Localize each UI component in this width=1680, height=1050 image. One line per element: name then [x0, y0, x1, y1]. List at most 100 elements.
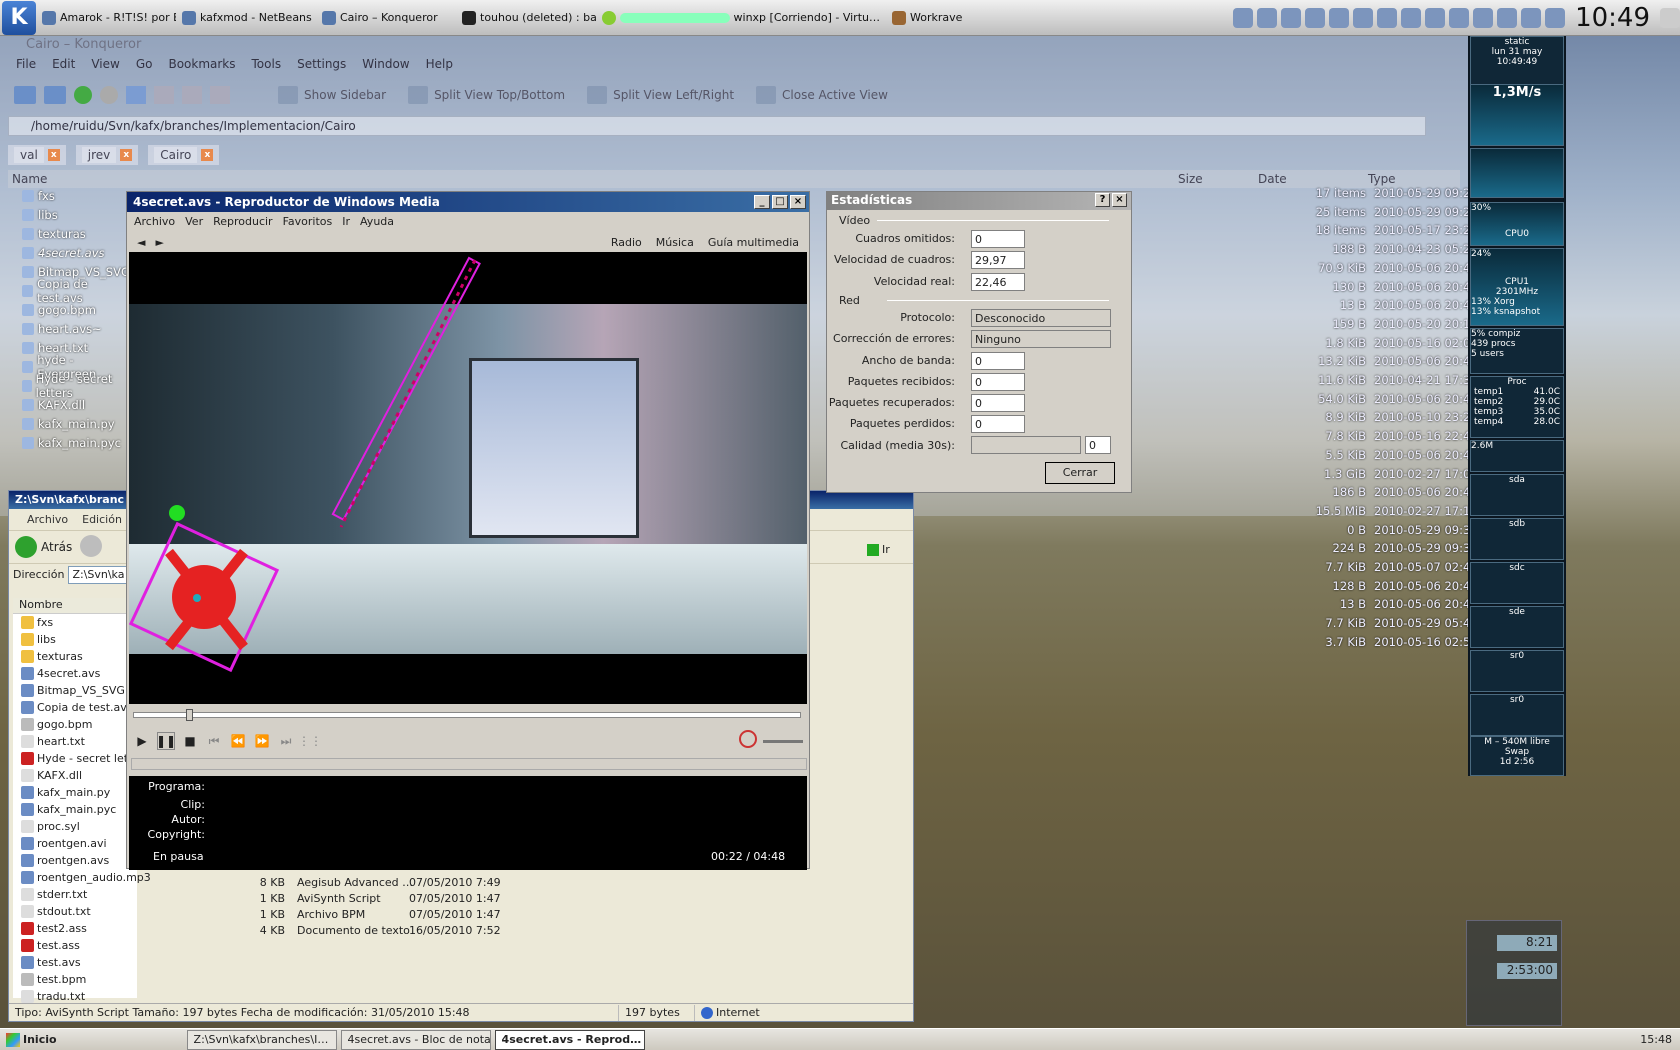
list-item[interactable]: Bitmap_VS_SVG.svg: [13, 682, 148, 699]
tab-val[interactable]: val x: [8, 145, 66, 165]
tray-icon[interactable]: [1353, 7, 1374, 28]
list-item[interactable]: libs: [22, 205, 58, 224]
list-item[interactable]: kafx_main.pyc: [13, 801, 137, 818]
taskbar-clock[interactable]: 15:48: [1640, 1033, 1680, 1046]
pause-icon[interactable]: ❚❚: [156, 732, 176, 750]
tree-view-icon[interactable]: [210, 86, 230, 104]
list-item[interactable]: roentgen_audio.mp3: [13, 869, 151, 886]
forward-icon[interactable]: [44, 86, 66, 104]
task-netbeans[interactable]: kafxmod - NetBeans IDE: [176, 3, 316, 33]
table-row[interactable]: 1 KB Archivo BPM 07/05/2010 1:47: [185, 908, 855, 924]
menu-window[interactable]: Window: [354, 54, 417, 74]
back-button[interactable]: Atrás: [15, 536, 72, 558]
task-bash[interactable]: touhou (deleted) : bash: [456, 3, 596, 33]
show-sidebar-button[interactable]: Show Sidebar: [278, 86, 386, 104]
menu-file[interactable]: File: [8, 54, 44, 74]
reload-icon[interactable]: [74, 86, 92, 104]
list-item[interactable]: test2.ass: [13, 920, 137, 937]
list-item[interactable]: kafx_main.py: [13, 784, 137, 801]
close-tab-icon[interactable]: x: [201, 149, 214, 161]
task-konqueror[interactable]: Cairo – Konqueror: [316, 3, 456, 33]
close-button[interactable]: ×: [1112, 193, 1127, 207]
taskbar-media-player[interactable]: 4secret.avs - Reprod…: [494, 1029, 645, 1050]
volume-slider[interactable]: [763, 740, 803, 743]
close-active-view-button[interactable]: Close Active View: [756, 86, 888, 104]
go-button[interactable]: Ir: [867, 543, 890, 556]
help-button[interactable]: ?: [1095, 193, 1110, 207]
trash-icon[interactable]: [1660, 7, 1680, 28]
list-item[interactable]: test.avs: [13, 954, 137, 971]
list-item[interactable]: KAFX.dll: [13, 767, 137, 784]
menu-ir[interactable]: Ir: [339, 215, 353, 228]
split-top-bottom-button[interactable]: Split View Top/Bottom: [408, 86, 565, 104]
start-button[interactable]: Inicio: [0, 1030, 63, 1050]
list-item[interactable]: proc.syl: [13, 818, 137, 835]
col-size[interactable]: Size: [1174, 170, 1254, 188]
music-link[interactable]: Música: [656, 236, 694, 249]
next-icon[interactable]: ⏭: [277, 732, 295, 750]
minimize-button[interactable]: _: [754, 195, 770, 209]
seek-thumb[interactable]: [186, 709, 193, 721]
menu-edit[interactable]: Edit: [44, 54, 83, 74]
taskbar-explorer[interactable]: Z:\Svn\kafx\branches\I…: [186, 1029, 337, 1050]
video-area[interactable]: [129, 252, 807, 704]
list-item[interactable]: Hyde - secret letters: [13, 750, 149, 767]
task-workrave[interactable]: Workrave: [886, 3, 1036, 33]
list-item[interactable]: gogo.bpm: [13, 716, 137, 733]
list-item[interactable]: roentgen.avs: [13, 852, 137, 869]
list-item[interactable]: Copia de test.avs: [13, 699, 137, 716]
playlist-icon[interactable]: ⋮⋮: [298, 732, 322, 750]
list-item[interactable]: texturas: [13, 648, 137, 665]
tray-icon[interactable]: [1521, 7, 1542, 28]
list-item[interactable]: test.ass: [13, 937, 137, 954]
menu-view[interactable]: View: [83, 54, 127, 74]
back-icon[interactable]: [14, 86, 36, 104]
menu-go[interactable]: Go: [128, 54, 161, 74]
list-item[interactable]: kafx_main.py: [22, 414, 115, 433]
list-item[interactable]: texturas: [22, 224, 86, 243]
tray-icon[interactable]: [1497, 7, 1518, 28]
list-item[interactable]: roentgen.avi: [13, 835, 137, 852]
stop-icon[interactable]: [100, 86, 118, 104]
tray-icon[interactable]: [1257, 7, 1278, 28]
close-tab-icon[interactable]: x: [47, 149, 60, 161]
info-dropdown[interactable]: [131, 758, 807, 770]
menu-archivo[interactable]: Archivo: [27, 513, 68, 526]
menu-reproducir[interactable]: Reproducir: [210, 215, 276, 228]
close-tab-icon[interactable]: x: [120, 149, 133, 161]
list-item[interactable]: kafx_main.pyc: [22, 433, 121, 452]
table-row[interactable]: 4 KB Documento de texto 16/05/2010 7:52: [185, 924, 855, 940]
radio-link[interactable]: Radio: [611, 236, 642, 249]
col-name[interactable]: Name: [8, 170, 1174, 188]
close-dialog-button[interactable]: Cerrar: [1045, 462, 1115, 484]
list-item[interactable]: 4secret.avs: [13, 665, 137, 682]
col-nombre[interactable]: Nombre: [13, 598, 137, 614]
tray-icon[interactable]: [1401, 7, 1422, 28]
panel-clock[interactable]: 10:49: [1569, 3, 1656, 33]
menu-bookmarks[interactable]: Bookmarks: [160, 54, 243, 74]
list-item[interactable]: KAFX.dll: [22, 395, 85, 414]
forward-icon[interactable]: ►: [155, 236, 163, 249]
task-amarok[interactable]: Amarok - R!T!S! por Be…: [36, 3, 176, 33]
menu-settings[interactable]: Settings: [289, 54, 354, 74]
list-item[interactable]: Hyde - secret letters: [22, 372, 130, 400]
list-item[interactable]: fxs: [22, 186, 55, 205]
list-item[interactable]: fxs: [13, 614, 137, 631]
back-icon[interactable]: ◄: [137, 236, 145, 249]
menu-archivo[interactable]: Archivo: [131, 215, 178, 228]
tray-icon[interactable]: [1329, 7, 1350, 28]
list-item[interactable]: test.bpm: [13, 971, 137, 988]
play-icon[interactable]: ▶: [133, 732, 151, 750]
menu-edicion[interactable]: Edición: [82, 513, 122, 526]
list-item[interactable]: gogo.bpm: [22, 300, 96, 319]
list-item[interactable]: libs: [13, 631, 137, 648]
tray-icon[interactable]: [1473, 7, 1494, 28]
tray-icon[interactable]: [1425, 7, 1446, 28]
menu-tools[interactable]: Tools: [244, 54, 290, 74]
tray-icon[interactable]: [1449, 7, 1470, 28]
rewind-icon[interactable]: ⏪: [229, 732, 247, 750]
list-item[interactable]: stdout.txt: [13, 903, 137, 920]
taskbar-notepad[interactable]: 4secret.avs - Bloc de notas: [340, 1029, 491, 1050]
task-virtualbox[interactable]: winxp [Corriendo] - Virtu…: [596, 3, 886, 33]
list-item[interactable]: stderr.txt: [13, 886, 137, 903]
